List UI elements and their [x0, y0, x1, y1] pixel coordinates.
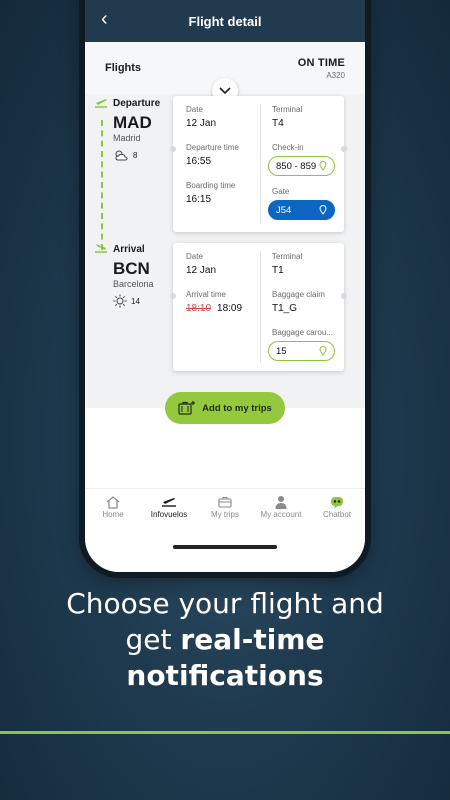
- boarding-time: 16:15: [186, 194, 212, 205]
- header-bar: ‹ Flight detail: [85, 0, 365, 42]
- arrival-right-column: Terminal T1 Baggage claim T1_G Baggage c…: [268, 252, 338, 372]
- home-indicator: [173, 545, 277, 549]
- nav-my-account-label: My account: [260, 510, 302, 519]
- status-badge: ON TIME: [297, 56, 345, 69]
- departure-temp: 8: [133, 150, 138, 160]
- nav-my-trips[interactable]: My trips: [197, 494, 253, 519]
- nav-home[interactable]: Home: [85, 494, 141, 519]
- departure-time-label: Departure time: [186, 143, 239, 152]
- promo-line-2-regular: get: [125, 623, 181, 656]
- departure-card: Date 12 Jan Departure time 16:55 Boardin…: [170, 96, 347, 232]
- nav-my-account[interactable]: My account: [253, 494, 309, 519]
- arrival-time-updated: 18:09: [217, 303, 243, 314]
- aircraft-type: A320: [326, 70, 345, 80]
- arrival-temp: 14: [131, 296, 140, 306]
- departure-weather: 8: [113, 148, 171, 162]
- departure-code: MAD: [113, 113, 152, 132]
- promo-headline: Choose your flight and get real-time not…: [0, 586, 450, 694]
- back-button[interactable]: ‹: [101, 9, 108, 29]
- departure-left-column: Date 12 Jan Departure time 16:55 Boardin…: [186, 105, 258, 219]
- checkin-value: 850 - 859: [276, 160, 317, 172]
- date-label: Date: [186, 105, 203, 114]
- accent-line: [0, 731, 450, 734]
- promo-line-2: get real-time: [0, 622, 450, 658]
- add-to-trips-label: Add to my trips: [202, 402, 272, 414]
- card-divider: [260, 104, 261, 224]
- nav-chatbot[interactable]: Chatbot: [309, 494, 365, 519]
- chevron-down-icon: [219, 87, 231, 95]
- arrival-time-label: Arrival time: [186, 290, 227, 299]
- arrival-terminal: T1: [272, 265, 284, 276]
- departure-terminal: T4: [272, 118, 284, 129]
- departure-label: Departure: [113, 98, 161, 109]
- arrival-city: Barcelona: [113, 279, 154, 289]
- partly-cloudy-icon: [115, 150, 128, 161]
- route-line: [101, 120, 103, 250]
- arrival-date: 12 Jan: [186, 265, 217, 276]
- arrival-code: BCN: [113, 259, 150, 278]
- arrival-info: Arrival BCN Barcelona 14: [113, 244, 171, 308]
- phone-screen: ‹ Flight detail Flights ON TIME A320 Dep…: [85, 0, 365, 572]
- user-icon: [275, 496, 287, 509]
- baggage-claim: T1_G: [272, 303, 298, 314]
- bottom-navigation: Home Infovuelos My trips My account Chat…: [85, 488, 365, 530]
- departure-right-column: Terminal T4 Check-in 850 - 859 Gate J54: [268, 105, 338, 231]
- departure-time: 16:55: [186, 156, 212, 167]
- landing-icon: [94, 242, 108, 257]
- boarding-time-label: Boarding time: [186, 181, 236, 190]
- promo-line-3: notifications: [126, 659, 324, 692]
- home-icon: [106, 495, 120, 509]
- takeoff-icon: [94, 97, 108, 112]
- nav-chatbot-label: Chatbot: [322, 510, 352, 519]
- departure-info: Departure MAD Madrid 8: [113, 98, 171, 162]
- carousel-pill[interactable]: 15: [268, 341, 335, 361]
- nav-home-label: Home: [102, 510, 124, 519]
- gate-label: Gate: [272, 187, 290, 196]
- promo-line-1: Choose your flight and: [66, 587, 384, 620]
- carousel-value: 15: [276, 345, 287, 357]
- nav-infovuelos[interactable]: Infovuelos: [141, 494, 197, 519]
- location-pin-icon: [319, 161, 327, 171]
- plane-icon: [162, 498, 176, 507]
- briefcase-icon: [218, 496, 232, 508]
- sun-icon: [113, 294, 127, 308]
- arrival-time: 18:10 18:09: [186, 303, 258, 314]
- arrival-card: Date 12 Jan Arrival time 18:10 18:09 Term…: [170, 243, 347, 372]
- flight-status: ON TIME A320: [298, 57, 345, 80]
- arrival-label: Arrival: [113, 244, 145, 255]
- location-pin-icon: [319, 205, 327, 215]
- location-pin-icon: [319, 346, 327, 356]
- gate-pill[interactable]: J54: [268, 200, 335, 220]
- arrival-left-column: Date 12 Jan Arrival time 18:10 18:09: [186, 252, 258, 328]
- arrival-weather: 14: [113, 294, 171, 308]
- chatbot-icon: [331, 497, 343, 509]
- carousel-label: Baggage carou...: [272, 328, 333, 337]
- card-divider: [260, 251, 261, 363]
- checkin-pill[interactable]: 850 - 859: [268, 156, 335, 176]
- nav-infovuelos-label: Infovuelos: [150, 510, 188, 519]
- terminal-label: Terminal: [272, 105, 303, 114]
- promo-line-2-bold: real-time: [180, 623, 325, 656]
- suitcase-add-icon: [178, 401, 196, 415]
- departure-city: Madrid: [113, 133, 141, 143]
- baggage-claim-label: Baggage claim: [272, 290, 325, 299]
- date-label: Date: [186, 252, 203, 261]
- arrival-time-original: 18:10: [186, 303, 212, 314]
- terminal-label: Terminal: [272, 252, 303, 261]
- add-to-trips-button[interactable]: Add to my trips: [165, 392, 285, 424]
- gate-value: J54: [276, 204, 292, 216]
- nav-my-trips-label: My trips: [211, 510, 239, 519]
- checkin-label: Check-in: [272, 143, 304, 152]
- page-title: Flight detail: [188, 13, 262, 29]
- flights-label: Flights: [105, 62, 142, 74]
- departure-date: 12 Jan: [186, 118, 217, 129]
